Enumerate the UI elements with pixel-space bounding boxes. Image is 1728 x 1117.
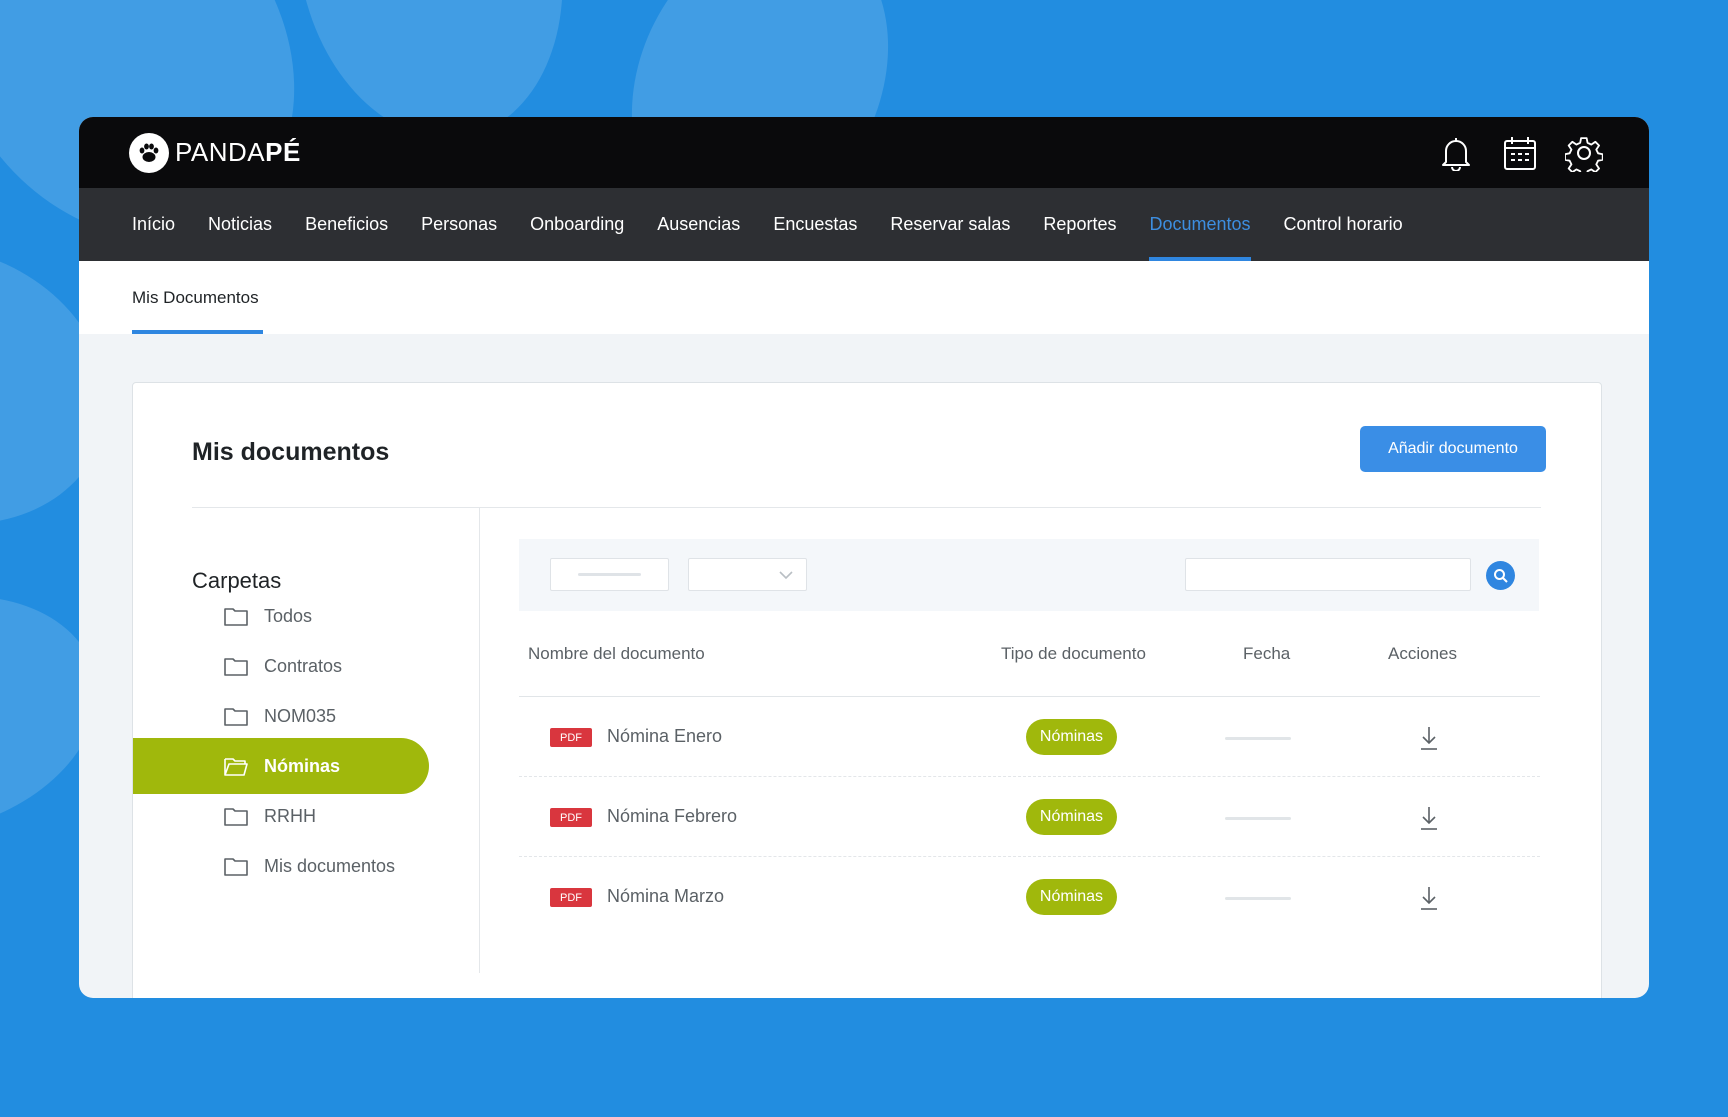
nav-item-inicio[interactable]: Início <box>132 188 175 261</box>
download-icon[interactable] <box>1417 725 1441 751</box>
column-header-date: Fecha <box>1243 644 1291 663</box>
search-icon <box>1493 568 1508 583</box>
type-select[interactable] <box>688 558 807 591</box>
folder-label: NOM035 <box>264 705 337 726</box>
date-placeholder-dash <box>1225 897 1291 900</box>
sub-nav: Mis Documentos <box>79 261 1649 334</box>
folder-label: Todos <box>264 605 313 626</box>
folder-item-mis-documentos[interactable]: Mis documentos <box>133 838 429 894</box>
folder-icon <box>224 806 248 826</box>
top-bar: PANDAPÉ <box>79 117 1649 188</box>
divider <box>192 507 1541 508</box>
nav-item-reportes[interactable]: Reportes <box>1043 188 1116 261</box>
nav-item-control-horario[interactable]: Control horario <box>1284 188 1403 261</box>
chevron-down-icon <box>778 568 794 586</box>
tab-mis-documentos[interactable]: Mis Documentos <box>132 261 263 334</box>
folder-item-contratos[interactable]: Contratos <box>133 638 429 694</box>
folder-label: Mis documentos <box>264 855 396 876</box>
search-button[interactable] <box>1486 561 1515 590</box>
pdf-badge: PDF <box>550 888 592 907</box>
folder-item-rrhh[interactable]: RRHH <box>133 788 429 844</box>
folder-label: Nóminas <box>264 755 341 776</box>
gear-icon[interactable] <box>1564 133 1603 172</box>
bell-icon[interactable] <box>1436 133 1475 172</box>
pdf-badge: PDF <box>550 728 592 747</box>
paw-icon <box>129 132 169 173</box>
table-row: PDF Nómina Enero Nóminas <box>519 697 1540 777</box>
document-type-badge: Nóminas <box>1026 799 1117 835</box>
document-type-badge: Nóminas <box>1026 879 1117 915</box>
nav-item-documentos[interactable]: Documentos <box>1149 188 1251 261</box>
folder-label: RRHH <box>264 805 316 826</box>
table-row: PDF Nómina Febrero Nóminas <box>519 777 1540 857</box>
calendar-icon[interactable] <box>1500 133 1539 172</box>
document-type-badge: Nóminas <box>1026 719 1117 755</box>
folder-open-icon <box>224 756 248 776</box>
date-filter[interactable] <box>550 558 669 591</box>
search-input[interactable] <box>1185 558 1471 591</box>
brand-name-bold: PÉ <box>265 137 301 167</box>
table-row: PDF Nómina Marzo Nóminas <box>519 857 1540 937</box>
add-document-button[interactable]: Añadir documento <box>1360 426 1546 472</box>
column-header-name: Nombre del documento <box>528 644 705 663</box>
nav-item-reservar-salas[interactable]: Reservar salas <box>890 188 1010 261</box>
document-name[interactable]: Nómina Febrero <box>607 806 737 827</box>
date-placeholder-dash <box>1225 817 1291 820</box>
download-icon[interactable] <box>1417 805 1441 831</box>
brand-name-light: PANDA <box>175 137 266 167</box>
folder-item-nominas[interactable]: Nóminas <box>133 738 429 794</box>
nav-item-ausencias[interactable]: Ausencias <box>657 188 740 261</box>
column-header-type: Tipo de documento <box>1001 644 1146 663</box>
folder-item-todos[interactable]: Todos <box>133 588 429 644</box>
folder-icon <box>224 606 248 626</box>
date-placeholder-dash <box>1225 737 1291 740</box>
folder-icon <box>224 656 248 676</box>
brand-name: PANDAPÉ <box>175 137 301 168</box>
document-name[interactable]: Nómina Enero <box>607 726 722 747</box>
folder-icon <box>224 706 248 726</box>
main-nav: Início Noticias Beneficios Personas Onbo… <box>79 188 1649 261</box>
nav-item-personas[interactable]: Personas <box>421 188 497 261</box>
divider <box>479 508 480 973</box>
folder-item-nom035[interactable]: NOM035 <box>133 688 429 744</box>
column-header-actions: Acciones <box>1388 644 1457 663</box>
page-title: Mis documentos <box>192 438 390 466</box>
date-placeholder-dash <box>578 573 641 576</box>
top-icons <box>1436 133 1603 172</box>
document-name[interactable]: Nómina Marzo <box>607 886 724 907</box>
folder-icon <box>224 856 248 876</box>
pdf-badge: PDF <box>550 808 592 827</box>
filter-bar <box>519 539 1539 611</box>
app-window: PANDAPÉ Início Noticias Beneficios Perso… <box>79 117 1649 998</box>
download-icon[interactable] <box>1417 885 1441 911</box>
nav-item-encuestas[interactable]: Encuestas <box>773 188 857 261</box>
nav-item-noticias[interactable]: Noticias <box>208 188 272 261</box>
nav-item-onboarding[interactable]: Onboarding <box>530 188 624 261</box>
brand-logo[interactable]: PANDAPÉ <box>129 132 301 173</box>
nav-item-beneficios[interactable]: Beneficios <box>305 188 388 261</box>
folder-label: Contratos <box>264 655 343 676</box>
documents-card: Mis documentos Añadir documento Carpetas… <box>132 382 1602 998</box>
